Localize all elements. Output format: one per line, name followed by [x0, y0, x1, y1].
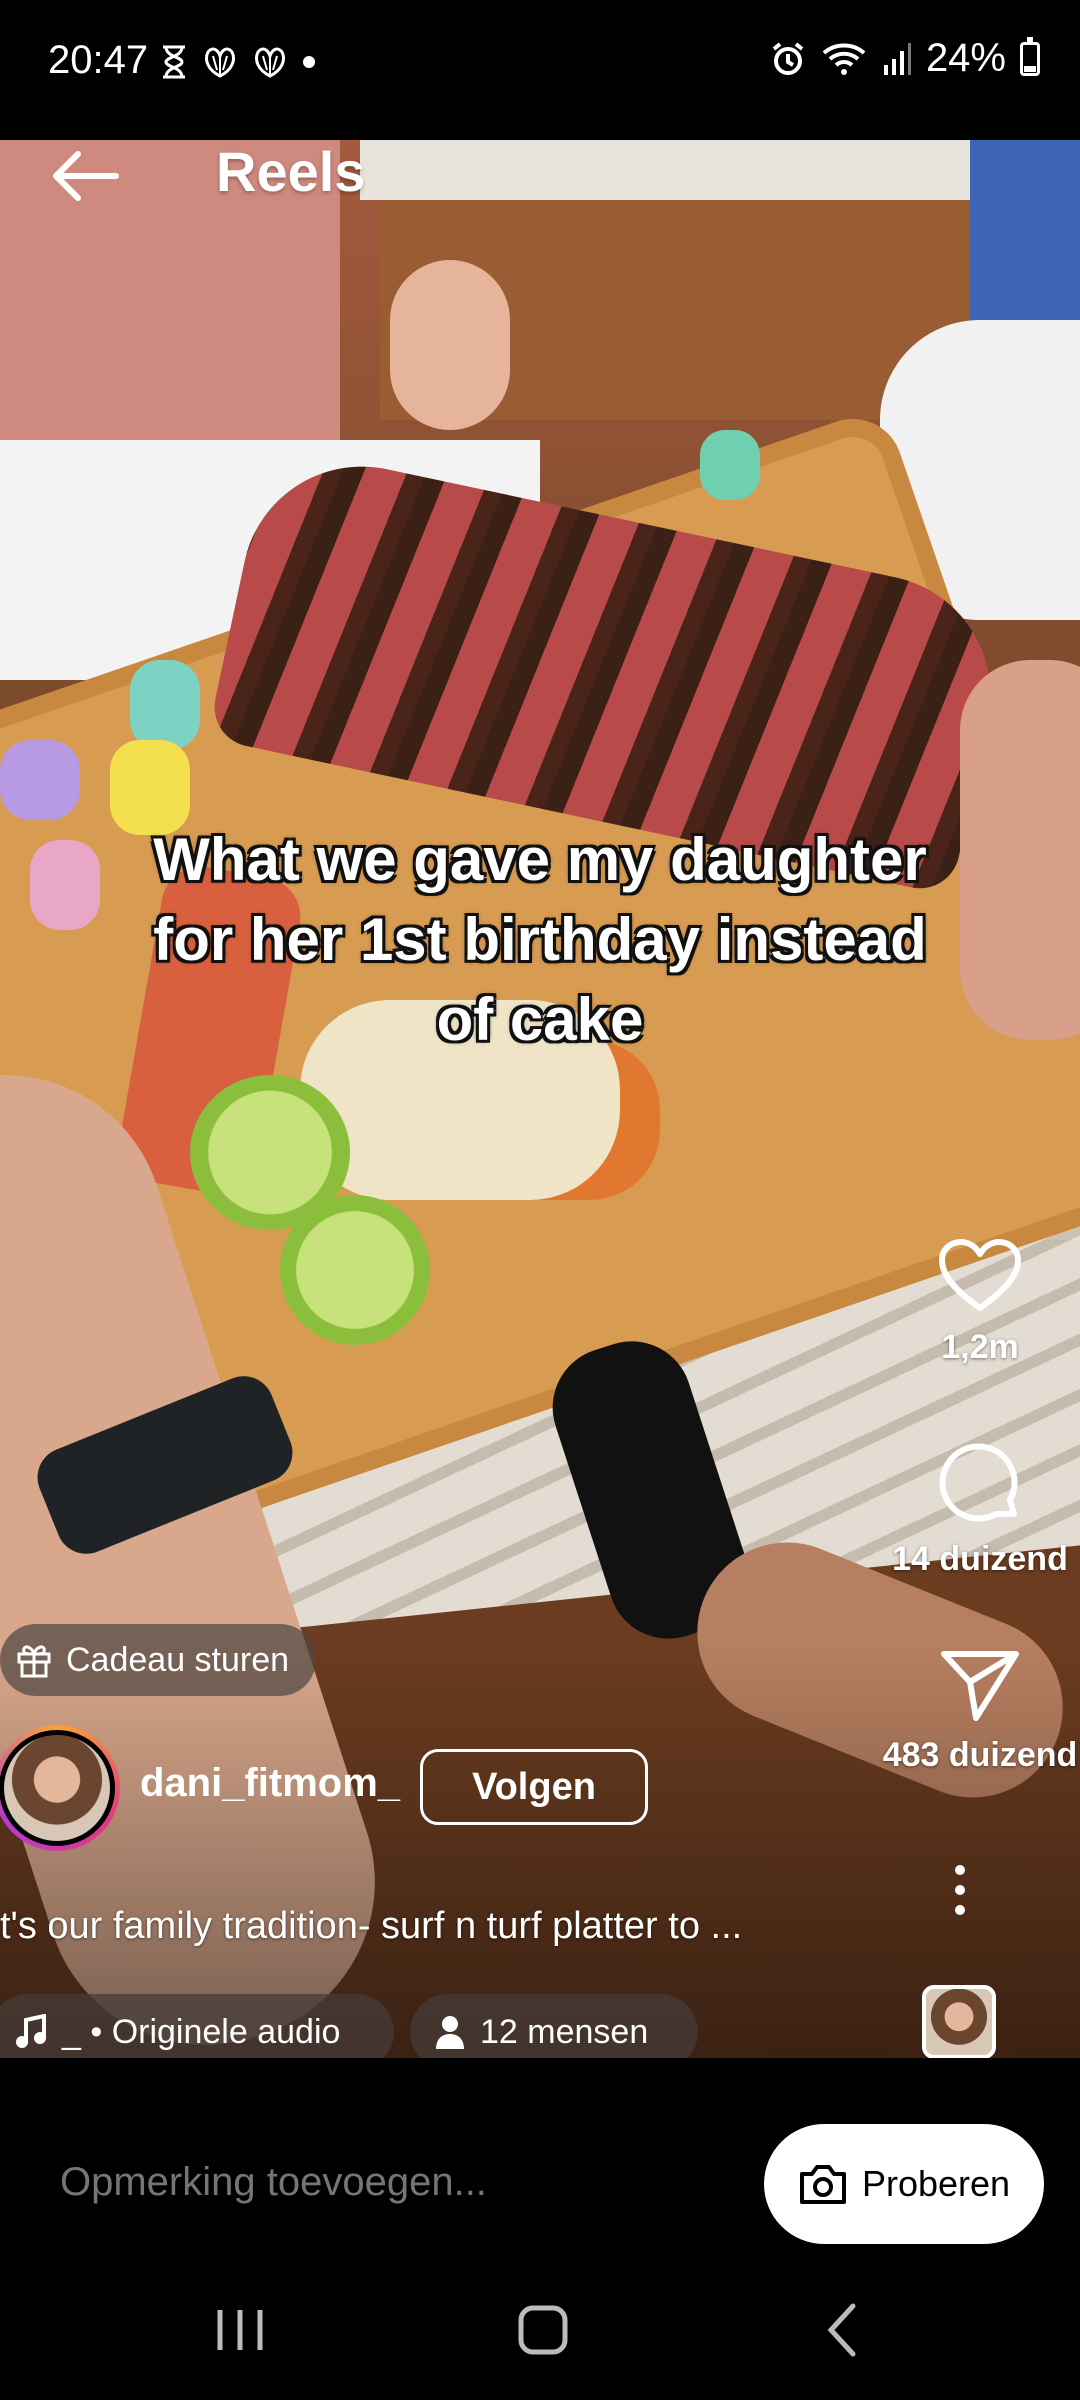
- author-username[interactable]: dani_fitmom_: [140, 1761, 400, 1806]
- more-vertical-icon: [955, 1865, 965, 1915]
- audio-label: _ • Originele audio: [62, 2012, 341, 2051]
- dot-icon: [303, 56, 315, 68]
- tagged-people-label: 12 mensen: [480, 2012, 649, 2051]
- video-overlay-text: What we gave my daughter for her 1st bir…: [153, 826, 927, 1053]
- comment-input[interactable]: [60, 2160, 760, 2205]
- battery-percent: 24%: [925, 36, 1006, 80]
- author-row: dani_fitmom_ Volgen: [0, 1725, 820, 1855]
- reel-caption[interactable]: t's our family tradition- surf n turf pl…: [0, 1905, 860, 1948]
- comment-count: 14 duizend: [892, 1540, 1068, 1578]
- status-bar: 20:47 24%: [0, 0, 1080, 140]
- signal-icon: [883, 42, 911, 75]
- alarm-icon: [772, 41, 804, 75]
- avatar: [0, 1730, 115, 1846]
- back-icon[interactable]: [805, 2300, 885, 2360]
- page-title: Reels: [216, 140, 366, 203]
- try-camera-button[interactable]: Proberen: [764, 2124, 1044, 2244]
- heart-icon: [939, 1239, 1021, 1311]
- music-note-icon: [16, 2014, 46, 2048]
- person-icon: [436, 2016, 464, 2049]
- shell-icon: [255, 47, 285, 78]
- back-arrow-icon[interactable]: [48, 146, 120, 206]
- send-gift-button[interactable]: Cadeau sturen: [0, 1624, 316, 1696]
- hourglass-icon: [163, 45, 185, 79]
- recent-apps-icon[interactable]: [200, 2300, 280, 2360]
- send-gift-label: Cadeau sturen: [66, 1640, 290, 1679]
- status-icons-right: 24%: [770, 36, 1040, 81]
- camera-icon: [799, 2165, 846, 2204]
- battery-icon: [1020, 36, 1040, 76]
- comment-bubble-icon: [939, 1443, 1018, 1522]
- comment-button[interactable]: 14 duizend: [880, 1442, 1080, 1579]
- shell-icon: [205, 47, 235, 78]
- audio-thumbnail[interactable]: [922, 1985, 996, 2059]
- author-avatar[interactable]: [0, 1725, 120, 1851]
- home-icon[interactable]: [503, 2300, 583, 2360]
- status-time: 20:47: [48, 38, 149, 82]
- share-count: 483 duizend: [882, 1736, 1078, 1774]
- more-options-button[interactable]: [940, 1862, 980, 1922]
- send-icon: [941, 1651, 1019, 1721]
- like-button[interactable]: 1,2m: [880, 1238, 1080, 1367]
- share-button[interactable]: 483 duizend: [880, 1650, 1080, 1775]
- follow-button[interactable]: Volgen: [420, 1749, 648, 1825]
- gift-icon: [17, 1645, 51, 1678]
- status-icons-left: [160, 40, 316, 84]
- try-label: Proberen: [861, 2163, 1011, 2204]
- like-count: 1,2m: [941, 1328, 1019, 1366]
- wifi-icon: [822, 43, 866, 75]
